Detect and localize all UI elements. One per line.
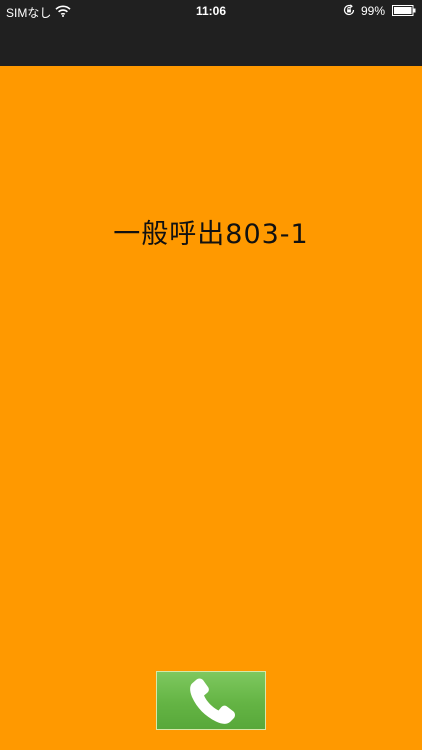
rotation-lock-icon bbox=[343, 4, 355, 16]
battery-icon bbox=[392, 5, 416, 16]
status-time: 11:06 bbox=[195, 4, 227, 18]
call-message: 一般呼出803-1 bbox=[113, 219, 309, 250]
main-panel: 一般呼出803-1 bbox=[0, 66, 422, 750]
battery-percentage: 99% bbox=[361, 4, 386, 18]
status-bar: SIMなし 11:06 99% bbox=[0, 0, 422, 22]
call-button[interactable] bbox=[156, 671, 266, 730]
navigation-bar bbox=[0, 22, 422, 66]
phone-icon bbox=[190, 678, 235, 724]
